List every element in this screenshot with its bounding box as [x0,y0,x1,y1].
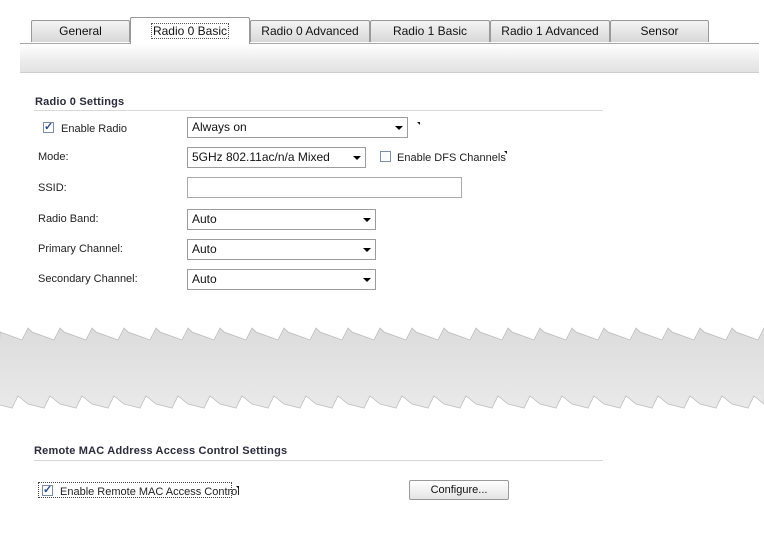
tab-radio1-advanced-label: Radio 1 Advanced [501,24,599,38]
secondary-channel-value: Auto [192,272,217,286]
enable-dfs-checkbox[interactable] [380,151,391,162]
chevron-down-icon [363,218,371,222]
tab-radio1-advanced[interactable]: Radio 1 Advanced [490,20,610,42]
radio-band-select[interactable]: Auto [187,209,376,230]
radio-schedule-value: Always on [192,120,247,134]
tab-radio1-basic-label: Radio 1 Basic [392,24,468,38]
secondary-channel-select[interactable]: Auto [187,269,376,290]
enable-remote-mac-checkbox[interactable] [42,483,53,496]
mode-value: 5GHz 802.11ac/n/a Mixed [192,150,330,164]
tab-radio0-advanced[interactable]: Radio 0 Advanced [250,20,370,42]
radio-schedule-select[interactable]: Always on [187,117,408,138]
tab-general-label: General [59,24,102,38]
radio0-settings-heading: Radio 0 Settings [35,96,125,108]
mac-acl-heading: Remote MAC Address Access Control Settin… [34,445,288,457]
primary-channel-select[interactable]: Auto [187,239,376,260]
torn-page-separator [0,327,764,409]
tab-radio0-advanced-label: Radio 0 Advanced [261,24,359,38]
tab-radio0-basic[interactable]: Radio 0 Basic [130,17,250,44]
mode-select[interactable]: 5GHz 802.11ac/n/a Mixed [187,147,366,168]
tab-sensor-label: Sensor [640,24,679,38]
enable-remote-mac-label: Enable Remote MAC Access Control [60,486,240,498]
tooltip-marker-icon [417,122,420,125]
mode-label: Mode: [38,151,69,163]
ssid-input[interactable] [187,177,462,198]
radio-band-label: Radio Band: [38,213,99,225]
tooltip-marker-icon [236,486,239,489]
ssid-label: SSID: [38,182,67,194]
enable-radio-checkbox[interactable] [43,120,54,133]
chevron-down-icon [353,156,361,160]
chevron-down-icon [395,126,403,130]
secondary-channel-label: Secondary Channel: [38,273,138,285]
primary-channel-value: Auto [192,242,217,256]
tab-general[interactable]: General [31,20,130,42]
radio-band-value: Auto [192,212,217,226]
chevron-down-icon [363,278,371,282]
tab-radio1-basic[interactable]: Radio 1 Basic [370,20,490,42]
tab-subtoolbar [20,44,759,73]
chevron-down-icon [363,248,371,252]
tab-sensor[interactable]: Sensor [610,20,709,42]
tab-radio0-basic-label: Radio 0 Basic [150,23,230,39]
primary-channel-label: Primary Channel: [38,243,123,255]
enable-dfs-label: Enable DFS Channels [397,152,506,164]
mac-acl-section-rule [34,460,603,461]
configure-button[interactable]: Configure... [409,480,509,500]
tooltip-marker-icon [504,151,507,154]
enable-radio-label: Enable Radio [61,123,128,135]
radio0-section-rule [34,110,603,111]
